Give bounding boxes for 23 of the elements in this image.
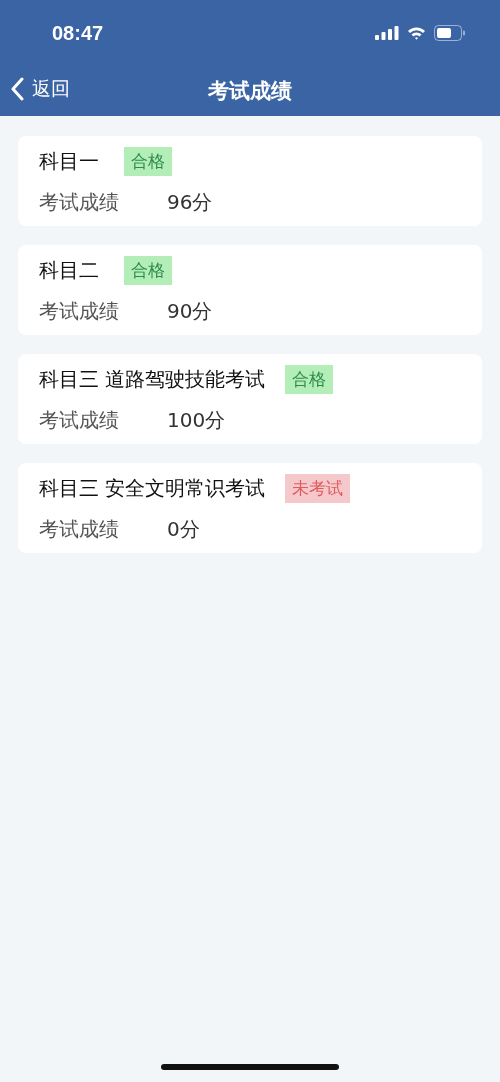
subject-name: 科目三 道路驾驶技能考试: [39, 365, 266, 393]
score-value: 90分: [167, 297, 213, 325]
wifi-icon: [407, 26, 426, 40]
status-tag: 合格: [124, 146, 172, 176]
score-value: 96分: [167, 188, 213, 216]
status-tag: 合格: [285, 364, 334, 394]
back-button[interactable]: 返回: [10, 76, 70, 102]
score-label: 考试成绩: [39, 515, 120, 543]
status-tag: 未考试: [285, 473, 351, 503]
battery-icon: [434, 25, 466, 41]
score-label: 考试成绩: [39, 406, 120, 434]
subject-name: 科目一: [39, 147, 100, 175]
status-time: 08:47: [52, 21, 104, 45]
subject-name: 科目二: [39, 256, 100, 284]
subject-name: 科目三 安全文明常识考试: [39, 474, 266, 502]
score-label: 考试成绩: [39, 297, 120, 325]
score-value: 0分: [167, 515, 200, 543]
score-value: 100分: [167, 406, 226, 434]
status-tag: 合格: [124, 255, 172, 285]
score-label: 考试成绩: [39, 188, 120, 216]
signal-icon: [375, 26, 399, 40]
back-chevron-icon: [10, 77, 24, 101]
page-title: 考试成绩: [208, 78, 292, 105]
